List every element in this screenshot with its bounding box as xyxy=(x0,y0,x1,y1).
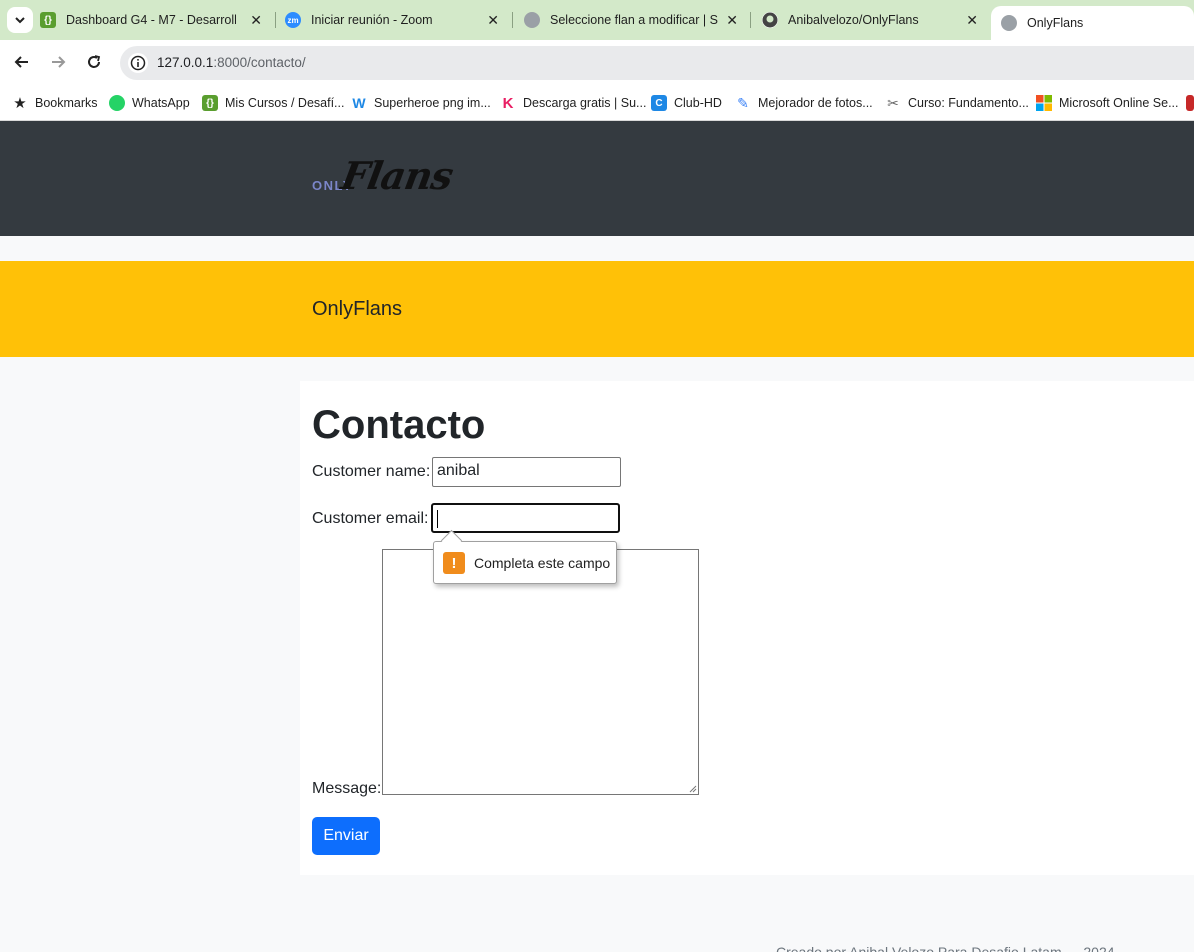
url-path: :8000/contacto/ xyxy=(213,55,306,70)
whatsapp-icon xyxy=(109,95,125,111)
reload-icon xyxy=(88,55,101,68)
tab-title: Dashboard G4 - M7 - Desarrollo xyxy=(66,13,236,27)
enviar-button[interactable]: Enviar xyxy=(312,817,380,855)
tab-search-button[interactable] xyxy=(7,7,33,33)
address-bar[interactable]: 127.0.0.1:8000/contacto/ xyxy=(120,46,1194,80)
onlyflans-logo[interactable]: ONLY Flans xyxy=(312,153,472,203)
microsoft-icon xyxy=(1036,95,1052,111)
club-hd-icon: C xyxy=(651,95,667,111)
tab-title: Iniciar reunión - Zoom xyxy=(311,13,433,27)
url-host: 127.0.0.1 xyxy=(157,55,214,70)
message-textarea[interactable] xyxy=(382,549,699,795)
bookmark-icon xyxy=(1186,95,1194,111)
desafio-latam-icon: {} xyxy=(202,95,218,111)
chevron-down-icon xyxy=(15,17,25,24)
bookmark-descarga-gratis[interactable]: K Descarga gratis | Su... xyxy=(500,92,647,114)
bookmark-label: Curso: Fundamento... xyxy=(908,96,1029,110)
close-icon[interactable]: ✕ xyxy=(250,12,262,29)
bookmark-bookmarks[interactable]: ★ Bookmarks xyxy=(12,92,98,114)
enhancer-icon: ✎ xyxy=(737,94,749,111)
bookmark-label: Superheroe png im... xyxy=(374,96,491,110)
tab-dashboard[interactable]: {} Dashboard G4 - M7 - Desarrollo ✕ xyxy=(40,0,272,40)
text-caret xyxy=(437,510,438,528)
bookmarks-bar: ★ Bookmarks WhatsApp {} Mis Cursos / Des… xyxy=(0,85,1194,121)
close-icon[interactable]: ✕ xyxy=(726,12,738,29)
footer-text: Creado por Anibal Velozo Para Desafio La… xyxy=(776,944,1115,952)
close-icon[interactable]: ✕ xyxy=(966,12,978,29)
star-icon: ★ xyxy=(13,95,27,112)
bookmark-superheroe[interactable]: W Superheroe png im... xyxy=(351,92,491,114)
arrow-right-icon xyxy=(52,56,66,68)
hero-banner: OnlyFlans xyxy=(0,261,1194,357)
tab-title: Seleccione flan a modificar | Sitio xyxy=(550,13,718,27)
customer-name-value: anibal xyxy=(437,462,480,479)
validation-tooltip: ! Completa este campo xyxy=(433,541,617,584)
tab-seleccione-flan[interactable]: Seleccione flan a modificar | Sitio ✕ xyxy=(514,0,748,40)
forward-button[interactable] xyxy=(46,50,70,74)
customer-email-input[interactable] xyxy=(431,503,620,533)
w-logo-icon: W xyxy=(352,95,366,111)
course-icon: ✂ xyxy=(887,94,899,111)
tab-title: Anibalvelozo/OnlyFlans xyxy=(788,13,919,27)
message-label: Message: xyxy=(312,780,382,797)
tab-divider xyxy=(750,12,751,28)
bookmark-overflow[interactable] xyxy=(1186,92,1194,114)
bookmark-label: Descarga gratis | Su... xyxy=(523,96,647,110)
customer-name-input[interactable]: anibal xyxy=(432,457,621,487)
globe-icon xyxy=(524,12,540,28)
browser-toolbar: 127.0.0.1:8000/contacto/ xyxy=(0,40,1194,85)
arrow-left-icon xyxy=(14,56,28,68)
globe-icon xyxy=(1001,15,1017,31)
bookmark-label: WhatsApp xyxy=(132,96,190,110)
bookmark-label: Club-HD xyxy=(674,96,722,110)
banner-title: OnlyFlans xyxy=(312,298,403,320)
site-info-icon[interactable] xyxy=(128,53,148,73)
zoom-icon: zm xyxy=(285,12,301,28)
site-header: ONLY Flans xyxy=(0,121,1194,236)
logo-flans-text: Flans xyxy=(338,153,457,198)
bookmark-mis-cursos[interactable]: {} Mis Cursos / Desafí... xyxy=(202,92,344,114)
warning-icon: ! xyxy=(443,552,465,574)
close-icon[interactable]: ✕ xyxy=(487,12,499,29)
validation-message: Completa este campo xyxy=(474,555,611,571)
tab-divider xyxy=(512,12,513,28)
tab-strip: {} Dashboard G4 - M7 - Desarrollo ✕ zm I… xyxy=(0,0,1194,40)
bookmark-label: Mis Cursos / Desafí... xyxy=(225,96,345,110)
github-icon xyxy=(762,12,778,28)
resize-handle-icon[interactable] xyxy=(688,784,697,793)
customer-name-label: Customer name: xyxy=(312,463,431,480)
tab-onlyflans-active[interactable]: OnlyFlans xyxy=(991,6,1194,40)
tab-github[interactable]: Anibalvelozo/OnlyFlans ✕ xyxy=(752,0,988,40)
back-button[interactable] xyxy=(10,50,34,74)
bookmark-curso[interactable]: ✂ Curso: Fundamento... xyxy=(885,92,1029,114)
kittl-icon: K xyxy=(502,94,514,112)
bookmark-club-hd[interactable]: C Club-HD xyxy=(651,92,722,114)
bookmark-label: Microsoft Online Se... xyxy=(1059,96,1179,110)
bookmark-label: Mejorador de fotos... xyxy=(758,96,873,110)
bookmark-microsoft[interactable]: Microsoft Online Se... xyxy=(1036,92,1179,114)
customer-email-label: Customer email: xyxy=(312,510,429,527)
bookmark-mejorador-fotos[interactable]: ✎ Mejorador de fotos... xyxy=(735,92,873,114)
bookmark-label: Bookmarks xyxy=(35,96,98,110)
tab-divider xyxy=(275,12,276,28)
contact-form-card: Contacto Customer name: anibal Customer … xyxy=(300,381,1194,875)
reload-button[interactable] xyxy=(82,50,106,74)
desafio-latam-icon: {} xyxy=(40,12,56,28)
tab-title: OnlyFlans xyxy=(1027,16,1084,30)
page-title: Contacto xyxy=(312,403,486,447)
bookmark-whatsapp[interactable]: WhatsApp xyxy=(109,92,190,114)
url-text: 127.0.0.1:8000/contacto/ xyxy=(157,55,306,70)
tab-zoom[interactable]: zm Iniciar reunión - Zoom ✕ xyxy=(277,0,509,40)
